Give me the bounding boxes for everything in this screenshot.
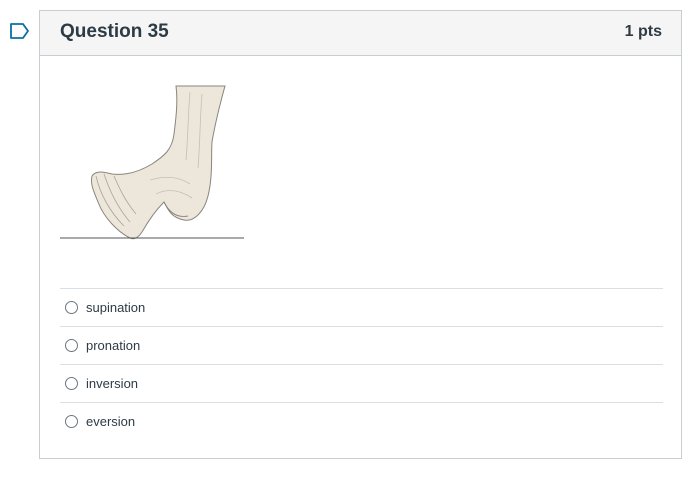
answer-list: supination pronation inversion eversion bbox=[60, 288, 663, 440]
question-points: 1 pts bbox=[624, 23, 662, 40]
answer-option-supination[interactable]: supination bbox=[60, 288, 663, 326]
answer-option-pronation[interactable]: pronation bbox=[60, 326, 663, 364]
answer-option-eversion[interactable]: eversion bbox=[60, 402, 663, 440]
quiz-page: Question 35 1 pts supination pronation i… bbox=[0, 0, 688, 478]
radio-button[interactable] bbox=[65, 377, 78, 390]
answer-label: eversion bbox=[86, 414, 136, 429]
answer-label: supination bbox=[86, 300, 146, 315]
foot-illustration-image bbox=[60, 85, 244, 240]
question-title: Question 35 bbox=[60, 21, 169, 42]
radio-button[interactable] bbox=[65, 339, 78, 352]
question-header: Question 35 1 pts bbox=[40, 11, 681, 56]
question-card: Question 35 1 pts supination pronation i… bbox=[39, 10, 682, 459]
radio-button[interactable] bbox=[65, 301, 78, 314]
answer-option-inversion[interactable]: inversion bbox=[60, 364, 663, 402]
flag-question-icon[interactable] bbox=[9, 21, 31, 41]
answer-label: inversion bbox=[86, 376, 139, 391]
answer-label: pronation bbox=[86, 338, 141, 353]
radio-button[interactable] bbox=[65, 415, 78, 428]
